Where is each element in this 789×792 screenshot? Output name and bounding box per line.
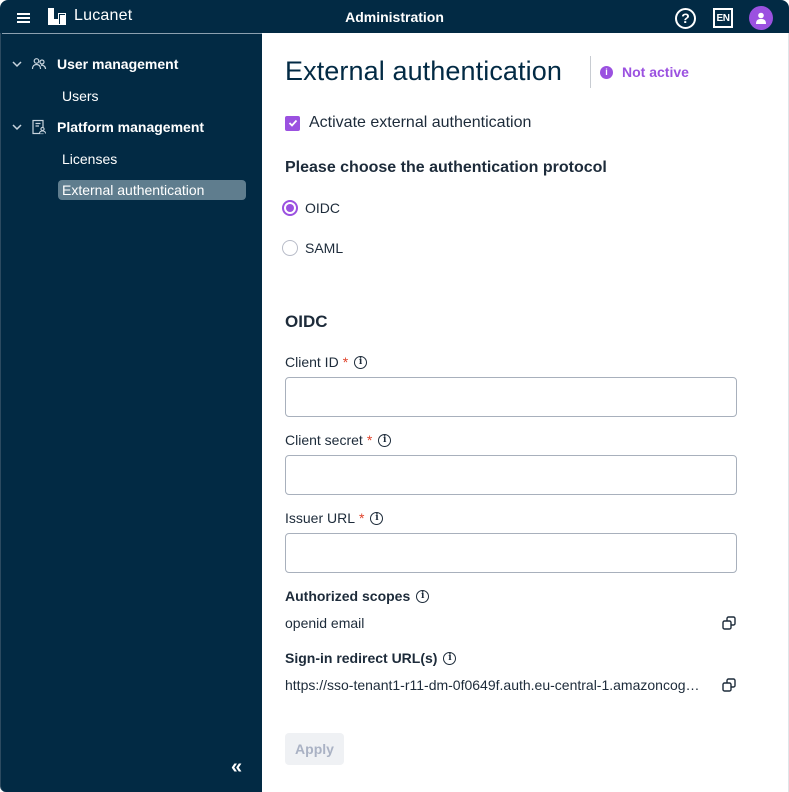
authorized-scopes-label: Authorized scopes i [285, 588, 430, 604]
sidebar-divider [2, 33, 262, 34]
client-id-label: Client ID * i [285, 354, 368, 370]
copy-icon[interactable] [722, 678, 736, 692]
checkbox-label: Activate external authentication [309, 114, 532, 131]
sidebar-group-label: Platform management [57, 119, 205, 135]
collapse-sidebar-icon[interactable]: « [231, 757, 242, 777]
radio-label: SAML [305, 240, 344, 256]
info-icon[interactable]: i [416, 589, 430, 603]
info-icon[interactable]: i [378, 433, 392, 447]
user-icon [756, 12, 766, 24]
required-marker: * [342, 354, 349, 370]
app-title: Administration [345, 9, 444, 25]
field-label-text: Client ID [285, 354, 339, 370]
checkbox-checked[interactable] [285, 115, 300, 131]
client-secret-input[interactable] [285, 455, 737, 495]
page-title: External authentication [285, 56, 562, 86]
section-title-oidc: OIDC [285, 312, 328, 331]
sidebar-item-licenses[interactable]: Licenses [58, 149, 246, 169]
field-label-text: Client secret [285, 432, 363, 448]
sidebar-item-external-authentication[interactable]: External authentication [58, 180, 246, 200]
chevron-down-icon[interactable] [12, 59, 22, 69]
issuer-url-input[interactable] [285, 533, 737, 573]
radio-oidc[interactable]: OIDC [282, 200, 340, 216]
apply-button[interactable]: Apply [285, 733, 344, 765]
status-badge: i Not active [600, 64, 689, 80]
chevron-down-icon[interactable] [12, 122, 22, 132]
field-label-text: Issuer URL [285, 510, 356, 526]
platform-document-icon [32, 119, 47, 135]
radio-button-selected[interactable] [282, 200, 298, 216]
copy-icon[interactable] [722, 616, 736, 630]
language-button[interactable]: EN [713, 8, 733, 28]
help-circle-icon[interactable]: ? [675, 7, 696, 29]
info-icon[interactable]: i [354, 355, 368, 369]
sidebar-group-user-management[interactable]: User management [1, 56, 178, 72]
users-icon [31, 58, 47, 70]
checkmark-icon [288, 119, 297, 127]
status-text: Not active [622, 64, 689, 80]
field-label-text: Sign-in redirect URL(s) [285, 650, 438, 666]
redirect-url-value: https://sso-tenant1-r11-dm-0f0649f.auth.… [285, 677, 704, 693]
sidebar-group-platform-management[interactable]: Platform management [1, 119, 204, 135]
main-content: External authentication i Not active Act… [262, 33, 789, 792]
info-icon[interactable]: i [370, 511, 384, 525]
title-divider [590, 56, 591, 88]
sidebar: User management Users Platform managemen… [0, 33, 262, 792]
activate-external-auth-checkbox[interactable]: Activate external authentication [285, 114, 531, 132]
issuer-url-label: Issuer URL * i [285, 510, 384, 526]
required-marker: * [359, 510, 365, 526]
field-label-text: Authorized scopes [285, 588, 411, 604]
client-id-input[interactable] [285, 377, 737, 417]
client-secret-label: Client secret * i [285, 432, 392, 448]
protocol-prompt: Please choose the authentication protoco… [285, 159, 607, 176]
radio-saml[interactable]: SAML [282, 240, 343, 256]
avatar[interactable] [749, 6, 773, 30]
redirect-urls-label: Sign-in redirect URL(s) i [285, 650, 457, 666]
required-marker: * [366, 432, 373, 448]
sidebar-group-label: User management [57, 56, 179, 72]
authorized-scopes-value: openid email [285, 615, 365, 631]
radio-label: OIDC [305, 200, 340, 216]
top-bar: Lucanet Administration ? EN [0, 0, 789, 33]
info-icon: i [600, 65, 613, 79]
info-icon[interactable]: i [443, 651, 457, 665]
radio-button[interactable] [282, 240, 298, 256]
sidebar-item-users[interactable]: Users [58, 86, 246, 106]
